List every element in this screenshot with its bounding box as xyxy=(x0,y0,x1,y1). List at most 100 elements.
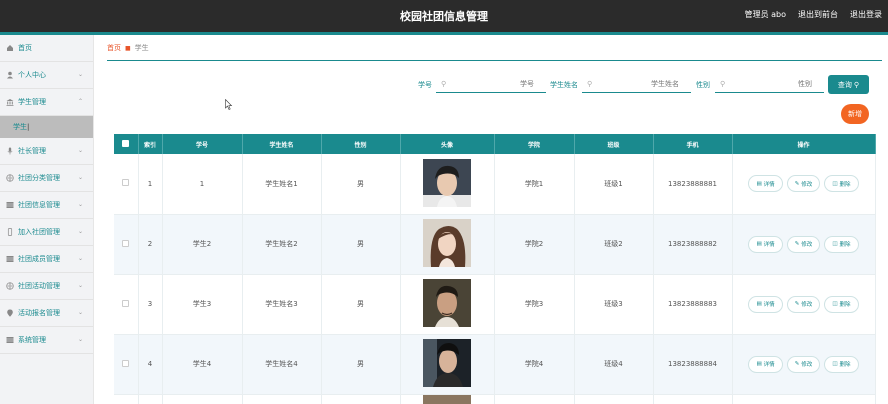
sidebar-item-label: 社长管理 xyxy=(18,147,46,155)
cell-index: 2 xyxy=(138,214,163,275)
avatar xyxy=(423,279,471,327)
sidebar-item-join-club[interactable]: 加入社团管理 ⌄ xyxy=(0,219,93,246)
grid-icon xyxy=(6,201,14,209)
document-icon: ▤ xyxy=(756,241,762,247)
query-button[interactable]: 查询 ⚲ xyxy=(828,75,869,94)
cell-student-name: 学生姓名2 xyxy=(242,214,322,275)
cell-index: 3 xyxy=(138,274,163,335)
column-header: 班级 xyxy=(574,134,654,154)
chevron-down-icon: ⌄ xyxy=(77,174,83,181)
sidebar-item-students[interactable]: 学生管理 ⌃ xyxy=(0,89,93,116)
column-header: 操作 xyxy=(732,134,876,154)
chevron-down-icon: ⌄ xyxy=(77,201,83,208)
detail-button[interactable]: ▤ 详情 xyxy=(748,175,783,193)
avatar xyxy=(423,219,471,267)
delete-button[interactable]: ◫ 删除 xyxy=(824,175,859,193)
search-gender: 性别 ⚲ xyxy=(696,74,824,94)
grid-icon xyxy=(6,255,14,263)
sidebar-item-club-members[interactable]: 社团成员管理 ⌄ xyxy=(0,246,93,273)
user-icon xyxy=(6,71,14,79)
sidebar-item-system[interactable]: 系统管理 ⌄ xyxy=(0,327,93,354)
row-checkbox[interactable] xyxy=(114,274,139,335)
student-name-input[interactable] xyxy=(592,80,691,88)
table-row xyxy=(114,394,876,404)
trash-icon: ◫ xyxy=(832,180,838,187)
sidebar-item-label: 学生管理 xyxy=(18,98,46,106)
column-header: 学生姓名 xyxy=(242,134,322,154)
breadcrumb-divider xyxy=(107,60,882,61)
exit-to-frontend-link[interactable]: 退出到前台 xyxy=(798,9,838,20)
trash-icon: ◫ xyxy=(832,361,838,367)
chevron-down-icon: ⌄ xyxy=(77,147,83,154)
globe-icon xyxy=(6,282,14,290)
sidebar-item-club-category[interactable]: 社团分类管理 ⌄ xyxy=(0,165,93,192)
edit-button[interactable]: ✎ 修改 xyxy=(786,295,821,313)
chevron-up-icon: ⌃ xyxy=(77,98,83,105)
delete-button[interactable]: ◫ 删除 xyxy=(824,295,859,313)
cell-class: 班级2 xyxy=(574,214,654,275)
document-icon: ▤ xyxy=(756,361,762,367)
column-header: 学号 xyxy=(162,134,243,154)
avatar xyxy=(423,158,471,207)
header-divider xyxy=(0,32,888,35)
sidebar-item-club-info[interactable]: 社团信息管理 ⌄ xyxy=(0,192,93,219)
breadcrumb-separator-icon: ■ xyxy=(125,44,131,52)
trash-icon: ◫ xyxy=(832,241,838,247)
sidebar-item-home[interactable]: 首页 xyxy=(0,35,93,62)
cell-college: 学院1 xyxy=(494,154,575,215)
cell-student-id: 学生4 xyxy=(162,334,243,395)
chevron-down-icon: ⌄ xyxy=(77,228,83,235)
column-header: 学院 xyxy=(494,134,575,154)
top-bar: 校园社团信息管理 管理员 abo 退出到前台 退出登录 xyxy=(0,0,888,32)
edit-button[interactable]: ✎ 修改 xyxy=(786,175,821,193)
detail-button[interactable]: ▤ 详情 xyxy=(748,355,783,373)
sidebar-item-club-activities[interactable]: 社团活动管理 ⌄ xyxy=(0,273,93,300)
table-header: 索引 学号 学生姓名 性别 头像 学院 班级 手机 操作 xyxy=(114,134,876,154)
row-checkbox[interactable] xyxy=(114,334,139,395)
table-row: 2 学生2 学生姓名2 男 学院2 班级2 13823888882 ▤ 详情 ✎ 修… xyxy=(114,214,876,275)
pin-icon xyxy=(6,309,14,317)
sidebar-item-label: 社团成员管理 xyxy=(18,255,60,263)
globe-icon xyxy=(6,174,14,182)
edit-button[interactable]: ✎ 修改 xyxy=(786,355,821,373)
header-actions: 管理员 abo 退出到前台 退出登录 xyxy=(745,9,882,20)
breadcrumb: 首页 ■ 学生 xyxy=(107,43,149,53)
mic-icon xyxy=(6,147,14,155)
breadcrumb-home[interactable]: 首页 xyxy=(107,43,121,53)
cell-college: 学院4 xyxy=(494,334,575,395)
column-header: 头像 xyxy=(400,134,495,154)
logout-link[interactable]: 退出登录 xyxy=(850,9,882,20)
students-table: 索引 学号 学生姓名 性别 头像 学院 班级 手机 操作 1 1 学生姓名1 男… xyxy=(114,134,876,404)
sidebar-subitem-student[interactable]: 学生 | xyxy=(0,116,93,138)
delete-button[interactable]: ◫ 删除 xyxy=(824,355,859,373)
search-student-id: 学号 ⚲ xyxy=(418,74,546,94)
sidebar-item-label: 个人中心 xyxy=(18,71,46,79)
delete-button[interactable]: ◫ 删除 xyxy=(824,235,859,253)
detail-button[interactable]: ▤ 详情 xyxy=(748,295,783,313)
sidebar-item-profile[interactable]: 个人中心 ⌄ xyxy=(0,62,93,89)
table-row: 4 学生4 学生姓名4 男 学院4 班级4 13823888884 ▤ 详情 ✎ 修… xyxy=(114,334,876,395)
row-checkbox[interactable] xyxy=(114,214,139,275)
table-row: 3 学生3 学生姓名3 男 学院3 班级3 13823888883 ▤ 详情 ✎ 修… xyxy=(114,274,876,335)
bank-icon xyxy=(6,98,14,106)
grid-icon xyxy=(6,336,14,344)
sidebar-item-president[interactable]: 社长管理 ⌄ xyxy=(0,138,93,165)
student-id-input[interactable] xyxy=(446,80,546,88)
cell-gender: 男 xyxy=(321,274,401,335)
trash-icon: ◫ xyxy=(832,301,838,307)
select-all-checkbox[interactable] xyxy=(114,134,139,154)
document-icon: ▤ xyxy=(756,180,762,187)
gender-input[interactable] xyxy=(725,80,824,88)
sidebar-item-activity-signup[interactable]: 活动报名管理 ⌄ xyxy=(0,300,93,327)
row-checkbox[interactable] xyxy=(114,154,139,215)
detail-button[interactable]: ▤ 详情 xyxy=(748,235,783,253)
edit-button[interactable]: ✎ 修改 xyxy=(786,235,821,253)
sidebar-item-label: 活动报名管理 xyxy=(18,309,60,317)
pencil-icon: ✎ xyxy=(794,301,800,307)
cell-index: 1 xyxy=(138,154,163,215)
cell-gender: 男 xyxy=(321,334,401,395)
sidebar-item-label: 系统管理 xyxy=(18,336,46,344)
cell-college: 学院3 xyxy=(494,274,575,335)
add-button[interactable]: 新增 xyxy=(841,104,869,124)
cell-class: 班级3 xyxy=(574,274,654,335)
